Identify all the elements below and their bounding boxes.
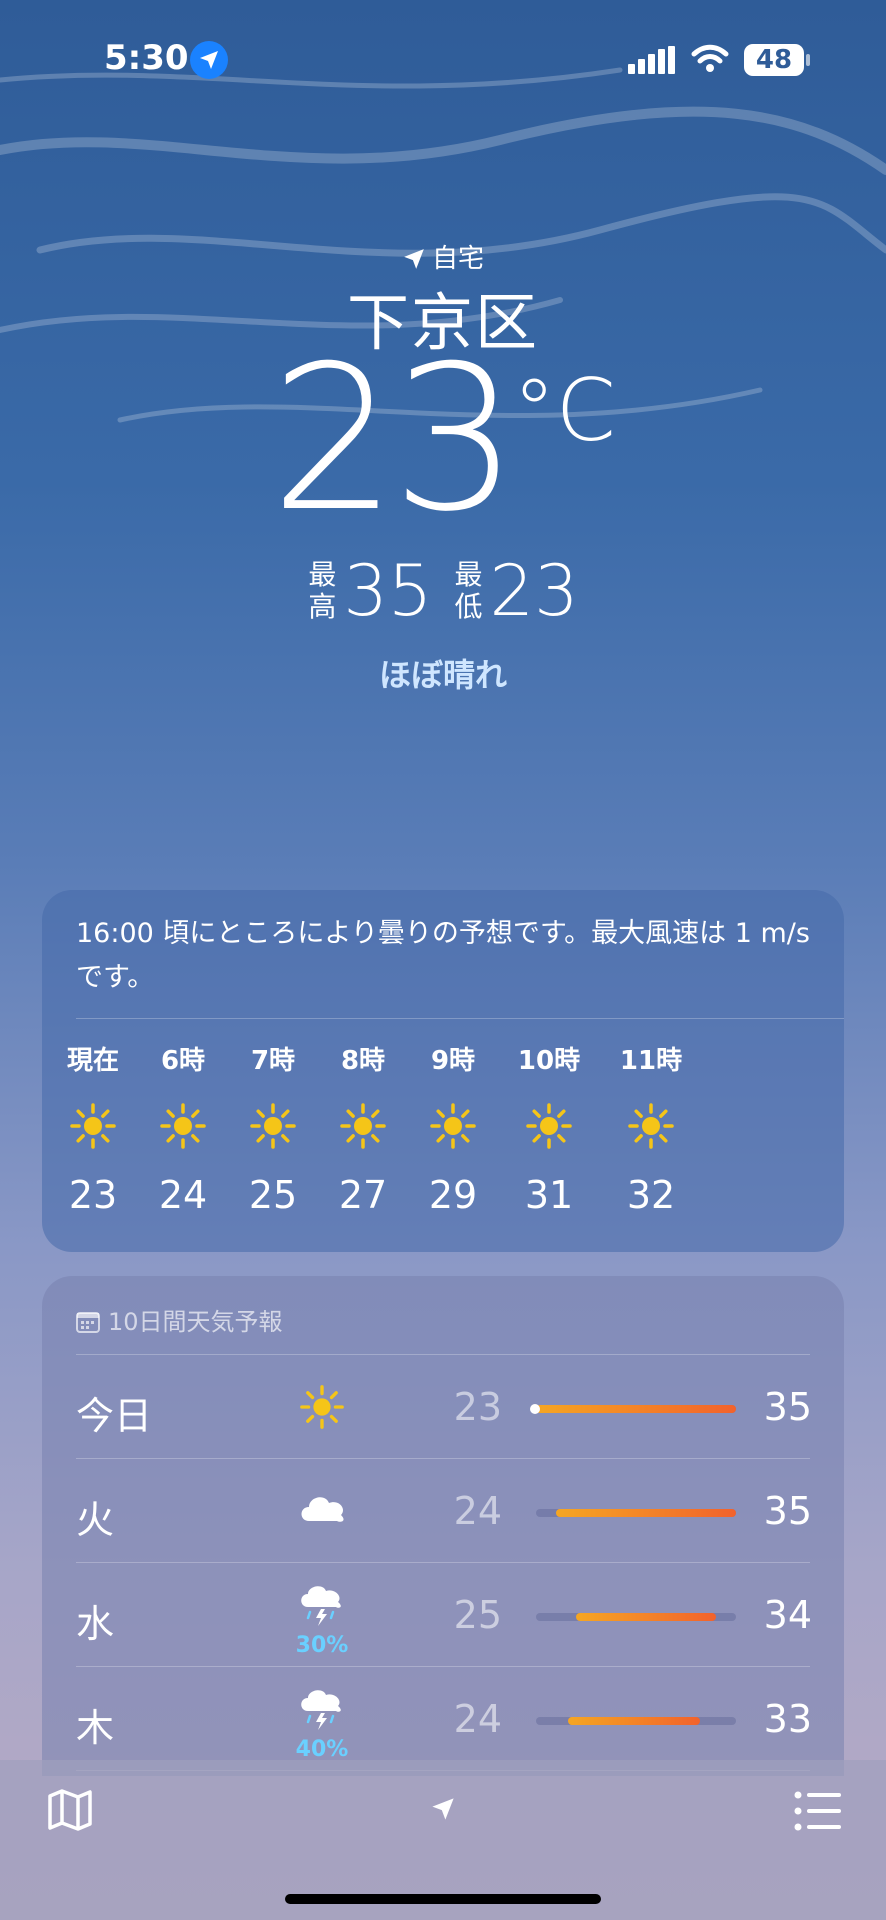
high-label: 最高 — [308, 558, 337, 623]
temp-range-fill — [576, 1613, 716, 1621]
day-high: 35 — [763, 1489, 812, 1533]
daily-row[interactable]: 火 24 35 — [42, 1459, 844, 1563]
cellular-signal-icon — [628, 46, 675, 74]
hour-temp: 31 — [524, 1173, 574, 1217]
high-low: 最高 35 最低 23 — [0, 550, 886, 632]
ten-day-title: 10日間天気予報 — [108, 1308, 283, 1336]
thunderstorm-icon: 40% — [284, 1685, 360, 1762]
sun-icon — [494, 1101, 604, 1151]
low-label: 最低 — [454, 558, 483, 623]
day-high: 34 — [763, 1593, 812, 1637]
list-icon[interactable] — [794, 1790, 842, 1832]
home-location-label: 自宅 — [0, 238, 886, 275]
thunderstorm-icon: 30% — [284, 1581, 360, 1658]
sun-icon — [284, 1383, 360, 1435]
sun-icon — [596, 1101, 706, 1151]
daily-row[interactable]: 木 40% 24 33 — [42, 1667, 844, 1771]
divider — [76, 1018, 844, 1019]
current-temperature: 23°C — [0, 340, 886, 540]
day-name: 木 — [76, 1706, 115, 1750]
low-temp: 23 — [489, 550, 579, 632]
temp-range-bar — [530, 1404, 736, 1414]
day-low: 24 — [453, 1489, 502, 1533]
battery-indicator: 48 — [744, 44, 810, 76]
home-label: 自宅 — [431, 244, 484, 274]
temperature-unit: °C — [512, 361, 616, 461]
day-name: 水 — [76, 1602, 115, 1646]
hourly-item: 11時 32 — [596, 1040, 706, 1217]
day-high: 33 — [763, 1697, 812, 1741]
hour-label: 9時 — [430, 1046, 476, 1076]
temp-range-bar — [536, 1509, 736, 1517]
hour-temp: 32 — [626, 1173, 676, 1217]
status-time: 5:30 — [104, 38, 189, 78]
calendar-icon — [76, 1312, 100, 1333]
high-temp: 35 — [343, 550, 433, 632]
status-bar: 5:30 48 — [0, 0, 886, 120]
ten-day-header: 10日間天気予報 — [76, 1302, 283, 1337]
ten-day-forecast-card[interactable]: 10日間天気予報 今日 23 35 火 24 35 水 30% 25 34 木 … — [42, 1276, 844, 1776]
day-high: 35 — [763, 1385, 812, 1429]
hourly-summary: 16:00 頃にところにより曇りの予想です。最大風速は 1 m/s です。 — [76, 918, 810, 993]
daily-row[interactable]: 今日 23 35 — [42, 1355, 844, 1459]
temp-range-bar — [536, 1717, 736, 1725]
hourly-item: 9時 29 — [398, 1040, 508, 1217]
day-low: 24 — [453, 1697, 502, 1741]
day-low: 23 — [453, 1385, 502, 1429]
daily-row[interactable]: 水 30% 25 34 — [42, 1563, 844, 1667]
current-temp-value: 23 — [270, 323, 518, 556]
map-icon[interactable] — [46, 1786, 94, 1834]
temp-range-fill — [530, 1404, 736, 1414]
sun-icon — [398, 1101, 508, 1151]
hour-label: 11時 — [619, 1046, 683, 1076]
temp-range-bar — [536, 1613, 736, 1621]
location-arrow-icon — [404, 249, 424, 269]
day-name: 火 — [76, 1498, 115, 1542]
day-name: 今日 — [76, 1394, 153, 1438]
wifi-icon — [691, 44, 729, 72]
hour-label: 10時 — [517, 1046, 581, 1076]
hourly-forecast-card[interactable]: 16:00 頃にところにより曇りの予想です。最大風速は 1 m/s です。 現在… — [42, 890, 844, 1252]
day-low: 25 — [453, 1593, 502, 1637]
temp-range-fill — [556, 1509, 736, 1517]
precip-chance: 40% — [295, 1737, 349, 1762]
hourly-item: 10時 31 — [494, 1040, 604, 1217]
temp-range-fill — [568, 1717, 700, 1725]
location-services-icon — [190, 41, 228, 79]
cloud-icon — [284, 1487, 360, 1531]
current-location-icon[interactable] — [430, 1796, 456, 1822]
current-temp-dot — [530, 1404, 540, 1414]
precip-chance: 30% — [295, 1633, 349, 1658]
home-indicator — [285, 1894, 601, 1904]
hour-temp: 29 — [428, 1173, 478, 1217]
condition-text: ほぼ晴れ — [378, 656, 507, 694]
